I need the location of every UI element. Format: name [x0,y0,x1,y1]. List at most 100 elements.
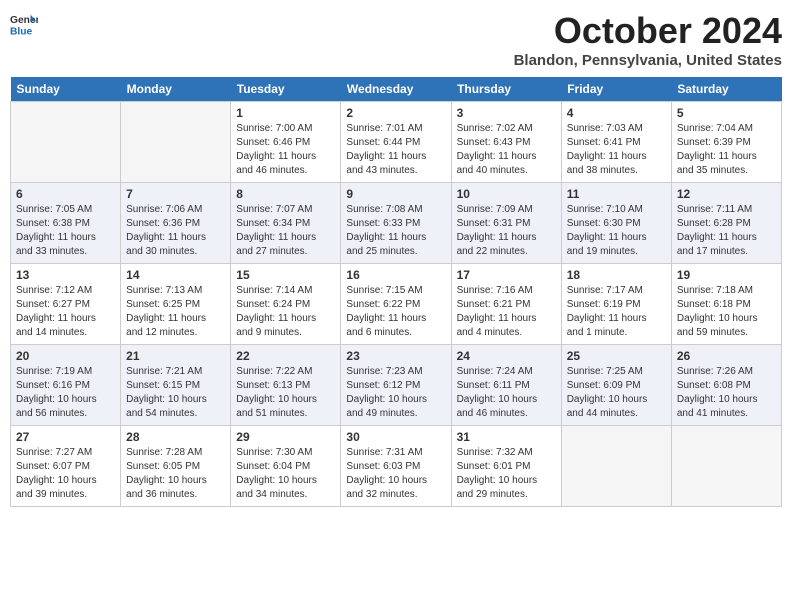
day-number: 4 [567,106,666,120]
day-cell: 2Sunrise: 7:01 AM Sunset: 6:44 PM Daylig… [341,102,451,183]
day-cell: 15Sunrise: 7:14 AM Sunset: 6:24 PM Dayli… [231,264,341,345]
day-info: Sunrise: 7:18 AM Sunset: 6:18 PM Dayligh… [677,284,776,340]
month-title: October 2024 [514,10,782,52]
day-cell: 29 Sunrise: 7:30 AM Sunset: 6:04 PM Dayli… [231,426,341,507]
day-number: 23 [346,349,445,363]
day-number: 14 [126,268,225,282]
day-number: 18 [567,268,666,282]
day-number: 8 [236,187,335,201]
day-number: 5 [677,106,776,120]
day-info: Sunrise: 7:11 AM Sunset: 6:28 PM Dayligh… [677,203,776,259]
day-info: Sunrise: 7:23 AM Sunset: 6:12 PM Dayligh… [346,365,445,421]
day-cell: 17 Sunrise: 7:16 AM Sunset: 6:21 PM Dayli… [451,264,561,345]
header-sunday: Sunday [11,77,121,102]
location: Blandon, Pennsylvania, United States [514,52,782,69]
day-cell: 3Sunrise: 7:02 AM Sunset: 6:43 PM Daylig… [451,102,561,183]
day-number: 22 [236,349,335,363]
day-info: Sunrise: 7:17 AM Sunset: 6:19 PM Dayligh… [567,284,666,340]
day-cell: 6Sunrise: 7:05 AM Sunset: 6:38 PM Daylig… [11,183,121,264]
day-cell: 8 Sunrise: 7:07 AM Sunset: 6:34 PM Daylig… [231,183,341,264]
day-cell: 24 Sunrise: 7:24 AM Sunset: 6:11 PM Dayli… [451,345,561,426]
header-friday: Friday [561,77,671,102]
day-number: 16 [346,268,445,282]
day-number: 3 [457,106,556,120]
day-info: Sunrise: 7:24 AM Sunset: 6:11 PM Dayligh… [457,365,556,421]
calendar-table: Sunday Monday Tuesday Wednesday Thursday… [10,77,782,507]
day-info: Sunrise: 7:28 AM Sunset: 6:05 PM Dayligh… [126,446,225,502]
day-info: Sunrise: 7:07 AM Sunset: 6:34 PM Dayligh… [236,203,335,259]
header-saturday: Saturday [671,77,781,102]
day-info: Sunrise: 7:12 AM Sunset: 6:27 PM Dayligh… [16,284,115,340]
day-cell: 9 Sunrise: 7:08 AM Sunset: 6:33 PM Daylig… [341,183,451,264]
day-number: 1 [236,106,335,120]
day-info: Sunrise: 7:10 AM Sunset: 6:30 PM Dayligh… [567,203,666,259]
day-number: 30 [346,430,445,444]
day-number: 27 [16,430,115,444]
title-block: October 2024 Blandon, Pennsylvania, Unit… [514,10,782,69]
day-info: Sunrise: 7:13 AM Sunset: 6:25 PM Dayligh… [126,284,225,340]
week-row-4: 20Sunrise: 7:19 AM Sunset: 6:16 PM Dayli… [11,345,782,426]
day-cell [561,426,671,507]
day-number: 26 [677,349,776,363]
day-number: 9 [346,187,445,201]
header-thursday: Thursday [451,77,561,102]
day-cell [671,426,781,507]
day-info: Sunrise: 7:00 AM Sunset: 6:46 PM Dayligh… [236,122,335,178]
day-cell: 7 Sunrise: 7:06 AM Sunset: 6:36 PM Daylig… [121,183,231,264]
day-info: Sunrise: 7:08 AM Sunset: 6:33 PM Dayligh… [346,203,445,259]
day-cell: 10 Sunrise: 7:09 AM Sunset: 6:31 PM Dayli… [451,183,561,264]
day-number: 2 [346,106,445,120]
day-info: Sunrise: 7:05 AM Sunset: 6:38 PM Dayligh… [16,203,115,259]
day-info: Sunrise: 7:30 AM Sunset: 6:04 PM Dayligh… [236,446,335,502]
header-wednesday: Wednesday [341,77,451,102]
day-cell: 22 Sunrise: 7:22 AM Sunset: 6:13 PM Dayli… [231,345,341,426]
header-monday: Monday [121,77,231,102]
week-row-5: 27Sunrise: 7:27 AM Sunset: 6:07 PM Dayli… [11,426,782,507]
week-row-3: 13 Sunrise: 7:12 AM Sunset: 6:27 PM Dayli… [11,264,782,345]
day-cell: 28 Sunrise: 7:28 AM Sunset: 6:05 PM Dayli… [121,426,231,507]
day-number: 25 [567,349,666,363]
day-cell: 23 Sunrise: 7:23 AM Sunset: 6:12 PM Dayli… [341,345,451,426]
header-row: Sunday Monday Tuesday Wednesday Thursday… [11,77,782,102]
day-cell: 11 Sunrise: 7:10 AM Sunset: 6:30 PM Dayli… [561,183,671,264]
day-cell: 13 Sunrise: 7:12 AM Sunset: 6:27 PM Dayli… [11,264,121,345]
day-info: Sunrise: 7:09 AM Sunset: 6:31 PM Dayligh… [457,203,556,259]
day-info: Sunrise: 7:31 AM Sunset: 6:03 PM Dayligh… [346,446,445,502]
day-cell: 20Sunrise: 7:19 AM Sunset: 6:16 PM Dayli… [11,345,121,426]
day-info: Sunrise: 7:25 AM Sunset: 6:09 PM Dayligh… [567,365,666,421]
day-cell: 30 Sunrise: 7:31 AM Sunset: 6:03 PM Dayli… [341,426,451,507]
day-cell: 5 Sunrise: 7:04 AM Sunset: 6:39 PM Daylig… [671,102,781,183]
day-number: 28 [126,430,225,444]
day-cell: 21 Sunrise: 7:21 AM Sunset: 6:15 PM Dayli… [121,345,231,426]
day-number: 17 [457,268,556,282]
day-number: 21 [126,349,225,363]
day-number: 29 [236,430,335,444]
day-number: 10 [457,187,556,201]
day-number: 24 [457,349,556,363]
week-row-2: 6Sunrise: 7:05 AM Sunset: 6:38 PM Daylig… [11,183,782,264]
day-info: Sunrise: 7:16 AM Sunset: 6:21 PM Dayligh… [457,284,556,340]
day-number: 19 [677,268,776,282]
day-number: 13 [16,268,115,282]
day-cell: 16 Sunrise: 7:15 AM Sunset: 6:22 PM Dayli… [341,264,451,345]
logo: General Blue [10,10,38,38]
day-number: 7 [126,187,225,201]
page-header: General Blue October 2024 Blandon, Penns… [10,10,782,69]
day-info: Sunrise: 7:15 AM Sunset: 6:22 PM Dayligh… [346,284,445,340]
day-cell: 27Sunrise: 7:27 AM Sunset: 6:07 PM Dayli… [11,426,121,507]
logo-icon: General Blue [10,10,38,38]
day-info: Sunrise: 7:06 AM Sunset: 6:36 PM Dayligh… [126,203,225,259]
day-info: Sunrise: 7:04 AM Sunset: 6:39 PM Dayligh… [677,122,776,178]
day-cell: 12Sunrise: 7:11 AM Sunset: 6:28 PM Dayli… [671,183,781,264]
day-number: 11 [567,187,666,201]
day-info: Sunrise: 7:22 AM Sunset: 6:13 PM Dayligh… [236,365,335,421]
day-cell [121,102,231,183]
day-number: 15 [236,268,335,282]
day-number: 31 [457,430,556,444]
day-cell: 18 Sunrise: 7:17 AM Sunset: 6:19 PM Dayli… [561,264,671,345]
day-info: Sunrise: 7:03 AM Sunset: 6:41 PM Dayligh… [567,122,666,178]
calendar-header: Sunday Monday Tuesday Wednesday Thursday… [11,77,782,102]
day-info: Sunrise: 7:21 AM Sunset: 6:15 PM Dayligh… [126,365,225,421]
day-cell: 14 Sunrise: 7:13 AM Sunset: 6:25 PM Dayli… [121,264,231,345]
day-number: 20 [16,349,115,363]
